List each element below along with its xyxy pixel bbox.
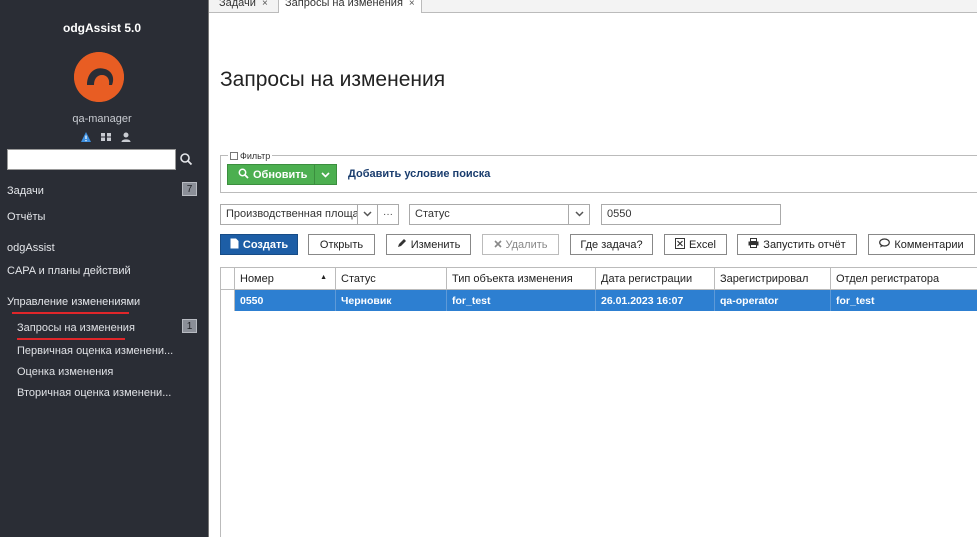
site-filter-dropdown[interactable]: [357, 204, 378, 225]
tab-label: Задачи: [219, 0, 256, 9]
warning-icon[interactable]: [80, 131, 92, 143]
sidebar: odgAssist 5.0 qa-manager Задачи 7 Отчёты…: [0, 0, 208, 537]
refresh-main[interactable]: Обновить: [228, 168, 314, 182]
cell-status: Черновик: [336, 290, 447, 311]
column-header-status[interactable]: Статус: [336, 268, 447, 289]
excel-label: Excel: [689, 238, 716, 251]
status-filter-dropdown[interactable]: [568, 204, 590, 225]
add-search-condition-link[interactable]: Добавить условие поиска: [348, 168, 490, 180]
row-selector[interactable]: [221, 290, 235, 311]
create-label: Создать: [242, 238, 289, 251]
where-task-button[interactable]: Где задача?: [570, 234, 653, 255]
username[interactable]: qa-manager: [0, 113, 204, 125]
page-title: Запросы на изменения: [220, 68, 446, 91]
sidebar-search-input[interactable]: [7, 149, 176, 170]
change-requests-table: Номер ▲ Статус Тип объекта изменения Дат…: [220, 267, 977, 311]
delete-button[interactable]: Удалить: [482, 234, 559, 255]
tab-bar: Задачи × Запросы на изменения ×: [209, 0, 977, 13]
sidebar-item-label: Задачи: [7, 185, 44, 197]
chevron-down-icon: [574, 209, 584, 220]
search-icon: [238, 168, 249, 182]
cell-number: 0550: [235, 290, 336, 311]
row-selector-header: [221, 268, 235, 289]
sidebar-item-odgassist[interactable]: odgAssist: [7, 242, 55, 254]
main-panel: Задачи × Запросы на изменения × Запросы на…: [208, 0, 977, 537]
search-icon[interactable]: [179, 152, 193, 166]
column-header-department[interactable]: Отдел регистратора: [831, 268, 977, 289]
app-title: odgAssist 5.0: [62, 21, 142, 35]
column-header-registered-by[interactable]: Зарегистрировал: [715, 268, 831, 289]
user-icons: [80, 131, 132, 143]
sidebar-item-change-assessment[interactable]: Оценка изменения: [17, 366, 113, 378]
excel-button[interactable]: Excel: [664, 234, 727, 255]
comment-icon: [879, 238, 891, 251]
close-icon[interactable]: ×: [409, 0, 415, 9]
cell-department: for_test: [836, 294, 875, 307]
printer-icon: [748, 238, 759, 251]
run-report-button[interactable]: Запустить отчёт: [737, 234, 857, 255]
document-icon: [230, 238, 239, 252]
table-header: Номер ▲ Статус Тип объекта изменения Дат…: [221, 267, 977, 290]
column-header-registration-date[interactable]: Дата регистрации: [596, 268, 715, 289]
close-icon: [493, 239, 502, 251]
close-icon[interactable]: ×: [262, 0, 268, 9]
tab-change-requests[interactable]: Запросы на изменения ×: [278, 0, 422, 13]
create-button[interactable]: Создать: [220, 234, 298, 255]
chevron-down-icon: [363, 209, 372, 220]
cell-object-type: for_test: [447, 290, 596, 311]
comments-label: Комментарии: [894, 238, 964, 251]
refresh-button[interactable]: Обновить: [227, 164, 337, 185]
table-left-border: [220, 267, 221, 537]
run-report-label: Запустить отчёт: [763, 238, 846, 251]
column-header-object-type[interactable]: Тип объекта изменения: [447, 268, 596, 289]
open-button[interactable]: Открыть: [308, 234, 375, 255]
sidebar-item-reports[interactable]: Отчёты: [7, 211, 45, 223]
tab-label: Запросы на изменения: [285, 0, 403, 9]
pencil-icon: [397, 238, 407, 251]
user-icon[interactable]: [120, 131, 132, 143]
cell-registered-by: qa-operator: [715, 290, 831, 311]
comments-button[interactable]: Комментарии: [868, 234, 975, 255]
table-row[interactable]: 0550 Черновик for_test 26.01.2023 16:07 …: [221, 290, 977, 311]
filter-checkbox[interactable]: [230, 152, 238, 160]
sidebar-item-change-management[interactable]: Управление изменениями: [7, 296, 140, 308]
highlight-underline: [17, 338, 125, 340]
status-filter-select[interactable]: Статус: [409, 204, 570, 225]
excel-icon: [675, 237, 686, 252]
column-header-number[interactable]: Номер ▲: [235, 268, 336, 289]
edit-label: Изменить: [410, 238, 461, 251]
highlight-underline: [12, 312, 129, 314]
sidebar-item-change-requests[interactable]: Запросы на изменения: [17, 322, 135, 334]
refresh-label: Обновить: [253, 168, 308, 181]
site-filter-select[interactable]: Производственная площа: [220, 204, 358, 225]
tasks-count-badge: 7: [182, 182, 197, 196]
sidebar-item-primary-assessment[interactable]: Первичная оценка изменени...: [17, 345, 173, 357]
avatar[interactable]: [74, 52, 124, 102]
chevron-down-icon: [321, 169, 330, 181]
tab-tasks[interactable]: Задачи ×: [213, 0, 274, 13]
refresh-dropdown[interactable]: [314, 165, 336, 184]
column-header-label: Номер: [240, 272, 274, 285]
delete-label: Удалить: [505, 238, 548, 251]
sidebar-item-capa[interactable]: CAPA и планы действий: [7, 265, 131, 277]
sidebar-item-secondary-assessment[interactable]: Вторичная оценка изменени...: [17, 387, 171, 399]
status-value-input[interactable]: 0550: [601, 204, 781, 225]
site-filter-more-button[interactable]: ···: [377, 204, 399, 225]
filter-toggle[interactable]: Фильтр: [228, 151, 273, 161]
edit-button[interactable]: Изменить: [386, 234, 471, 255]
change-requests-count-badge: 1: [182, 319, 197, 333]
filter-legend-label: Фильтр: [240, 151, 271, 161]
sidebar-item-tasks[interactable]: Задачи: [7, 185, 44, 197]
grid-icon[interactable]: [100, 131, 112, 143]
cell-registration-date: 26.01.2023 16:07: [596, 290, 715, 311]
sort-ascending-icon: ▲: [320, 274, 327, 281]
